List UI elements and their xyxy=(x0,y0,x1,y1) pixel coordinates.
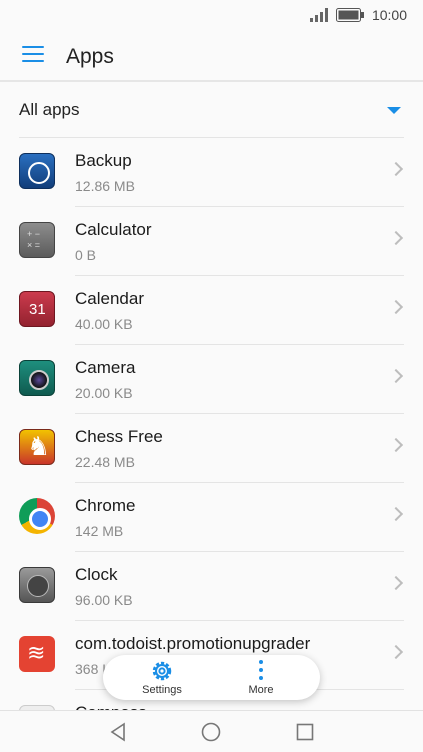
battery-icon xyxy=(335,8,364,22)
recents-icon[interactable] xyxy=(294,721,316,743)
app-row-camera[interactable]: Camera 20.00 KB xyxy=(0,345,423,414)
app-row-chess-free[interactable]: Chess Free 22.48 MB xyxy=(0,414,423,483)
status-time: 10:00 xyxy=(371,7,407,23)
chrome-icon xyxy=(19,498,55,534)
clock-icon xyxy=(19,567,55,603)
app-size: 22.48 MB xyxy=(75,454,135,470)
signal-icon xyxy=(309,8,328,22)
app-row-calculator[interactable]: Calculator 0 B xyxy=(0,207,423,276)
app-bar: Apps xyxy=(0,32,423,82)
app-row-backup[interactable]: Backup 12.86 MB xyxy=(0,138,423,207)
gear-icon xyxy=(152,661,172,681)
app-size: 142 MB xyxy=(75,523,124,539)
filter-label: All apps xyxy=(19,100,80,119)
app-name: Chrome xyxy=(75,496,136,515)
chevron-right-icon xyxy=(388,230,404,246)
chevron-right-icon xyxy=(388,368,404,384)
app-row-chrome[interactable]: Chrome 142 MB xyxy=(0,483,423,552)
app-row-calendar[interactable]: Calendar 40.00 KB xyxy=(0,276,423,345)
more-vertical-icon xyxy=(259,660,263,680)
camera-icon xyxy=(19,360,55,396)
more-label: More xyxy=(248,684,274,696)
chevron-right-icon xyxy=(388,299,404,315)
chevron-right-icon xyxy=(388,644,404,660)
chess-icon xyxy=(19,429,55,465)
calculator-icon xyxy=(19,222,55,258)
settings-label: Settings xyxy=(142,684,182,696)
app-name: Calculator xyxy=(75,220,152,239)
back-icon[interactable] xyxy=(107,721,129,743)
status-bar: 10:00 xyxy=(0,0,423,32)
app-name: Backup xyxy=(75,151,132,170)
app-name: Clock xyxy=(75,565,118,584)
system-nav-bar xyxy=(0,710,423,752)
settings-button[interactable]: Settings xyxy=(108,655,216,700)
more-button[interactable]: More xyxy=(207,655,315,700)
chevron-right-icon xyxy=(388,161,404,177)
page-title: Apps xyxy=(66,45,114,68)
calendar-icon xyxy=(19,291,55,327)
chevron-right-icon xyxy=(388,575,404,591)
app-name: Chess Free xyxy=(75,427,163,446)
chevron-right-icon xyxy=(388,437,404,453)
app-name: Camera xyxy=(75,358,136,377)
floating-action-bar: Settings More xyxy=(103,655,320,700)
dropdown-arrow-icon xyxy=(387,107,401,114)
home-icon[interactable] xyxy=(200,721,222,743)
backup-icon xyxy=(19,153,55,189)
app-size: 40.00 KB xyxy=(75,316,133,332)
app-name: com.todoist.promotionupgrader xyxy=(75,634,311,653)
app-filter-dropdown[interactable]: All apps xyxy=(19,84,404,138)
hamburger-menu-icon[interactable] xyxy=(22,46,44,66)
app-name: Calendar xyxy=(75,289,144,308)
chevron-right-icon xyxy=(388,506,404,522)
app-size: 12.86 MB xyxy=(75,178,135,194)
todoist-icon xyxy=(19,636,55,672)
app-size: 20.00 KB xyxy=(75,385,133,401)
app-size: 96.00 KB xyxy=(75,592,133,608)
app-row-clock[interactable]: Clock 96.00 KB xyxy=(0,552,423,621)
app-size: 0 B xyxy=(75,247,97,263)
